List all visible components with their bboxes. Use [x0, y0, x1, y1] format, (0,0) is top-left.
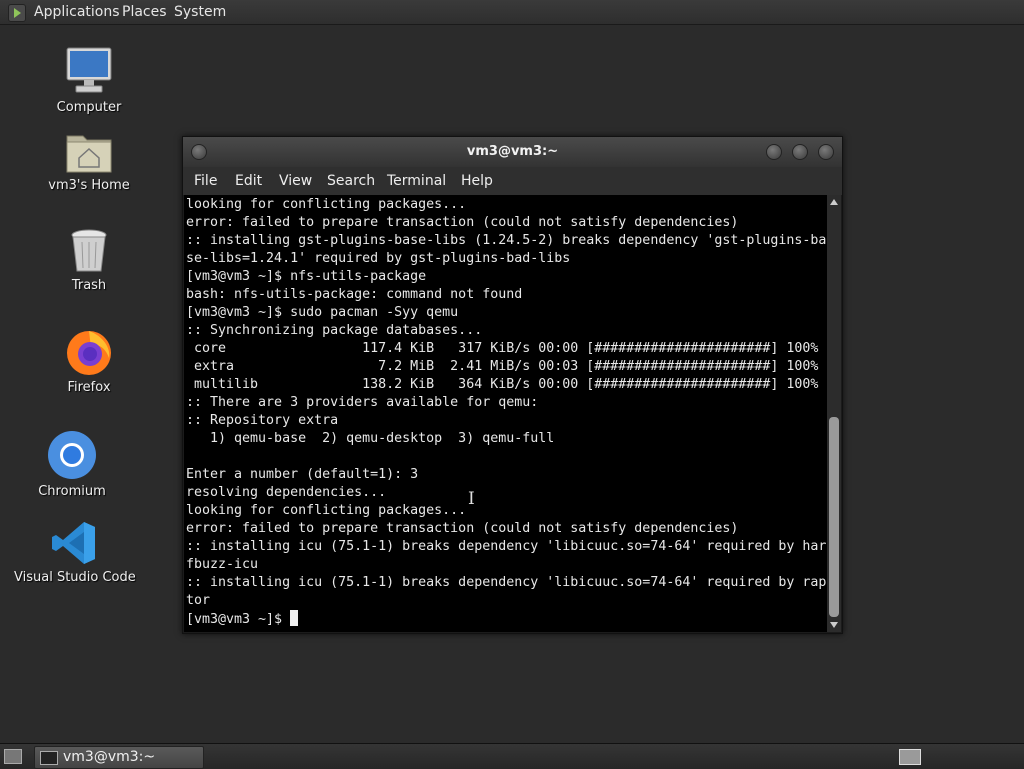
taskbar-label: vm3@vm3:~ — [63, 749, 156, 765]
terminal-line: [vm3@vm3 ~]$ nfs-utils-package — [186, 269, 427, 284]
terminal-line: looking for conflicting packages... — [186, 503, 467, 518]
menu-help[interactable]: Help — [461, 167, 493, 195]
menu-applications[interactable]: Applications — [34, 0, 120, 24]
desktop-icon-home[interactable]: vm3's Home — [44, 128, 134, 193]
text-cursor — [290, 610, 299, 626]
terminal-line: Enter a number (default=1): 3 — [186, 467, 419, 482]
terminal-line: :: There are 3 providers available for q… — [186, 395, 539, 410]
desktop-icon-label: Visual Studio Code — [14, 570, 136, 585]
terminal-line: fbuzz-icu — [186, 557, 259, 572]
terminal-line: :: installing icu (75.1-1) breaks depend… — [186, 539, 827, 554]
menu-search[interactable]: Search — [327, 167, 375, 195]
terminal-line: :: Repository extra — [186, 413, 339, 428]
mouse-ibeam-cursor-icon: I — [468, 489, 475, 509]
desktop-icon-label: vm3's Home — [48, 178, 130, 193]
terminal-line: core 117.4 KiB 317 KiB/s 00:00 [########… — [186, 341, 819, 356]
menu-file[interactable]: File — [194, 167, 217, 195]
terminal-line: bash: nfs-utils-package: command not fou… — [186, 287, 523, 302]
terminal-line: resolving dependencies... — [186, 485, 387, 500]
vscode-icon — [51, 520, 97, 566]
taskbar-terminal-button[interactable]: vm3@vm3:~ — [34, 746, 204, 769]
firefox-icon — [65, 326, 113, 376]
terminal-line: :: installing gst-plugins-base-libs (1.2… — [186, 233, 827, 248]
desktop-icon-computer[interactable]: Computer — [44, 46, 134, 115]
terminal-line: :: installing icu (75.1-1) breaks depend… — [186, 575, 827, 590]
terminal-line: looking for conflicting packages... — [186, 197, 467, 212]
menu-places[interactable]: Places — [122, 0, 167, 24]
menu-view[interactable]: View — [279, 167, 312, 195]
terminal-line: error: failed to prepare transaction (co… — [186, 215, 739, 230]
desktop-icon-label: Firefox — [67, 380, 111, 395]
menu-edit[interactable]: Edit — [235, 167, 262, 195]
close-button[interactable] — [818, 144, 834, 160]
maximize-button[interactable] — [792, 144, 808, 160]
window-menu-button[interactable] — [191, 144, 207, 160]
scroll-thumb[interactable] — [829, 417, 839, 617]
desktop-icon-vscode[interactable]: Visual Studio Code — [14, 520, 136, 585]
desktop-icon-label: Computer — [56, 100, 122, 115]
desktop-icon-firefox[interactable]: Firefox — [44, 326, 134, 395]
scroll-up-arrow-icon[interactable] — [830, 199, 838, 205]
terminal-prompt: [vm3@vm3 ~]$ — [186, 612, 291, 627]
terminal-line: tor — [186, 593, 211, 608]
terminal-window: vm3@vm3:~ File Edit View Search Terminal… — [182, 136, 843, 634]
terminal-line: [vm3@vm3 ~]$ sudo pacman -Syy qemu — [186, 305, 459, 320]
window-titlebar[interactable]: vm3@vm3:~ — [183, 137, 842, 167]
computer-icon — [64, 46, 114, 96]
window-title: vm3@vm3:~ — [466, 144, 559, 159]
terminal-line: 1) qemu-base 2) qemu-desktop 3) qemu-ful… — [186, 431, 555, 446]
terminal-line: :: Synchronizing package databases... — [186, 323, 483, 338]
terminal-scrollbar[interactable] — [827, 195, 841, 632]
desktop-icon-trash[interactable]: Trash — [44, 228, 134, 293]
scroll-down-arrow-icon[interactable] — [830, 622, 838, 628]
workspace-switcher[interactable] — [899, 749, 921, 765]
top-panel: Applications Places System — [0, 0, 1024, 25]
home-folder-icon — [65, 128, 113, 174]
terminal-line: multilib 138.2 KiB 364 KiB/s 00:00 [####… — [186, 377, 819, 392]
terminal-line: extra 7.2 MiB 2.41 MiB/s 00:03 [########… — [186, 359, 819, 374]
desktop-icon-label: Trash — [71, 278, 107, 293]
menu-terminal[interactable]: Terminal — [387, 167, 446, 195]
desktop-icon-label: Chromium — [38, 484, 106, 499]
bottom-panel: vm3@vm3:~ — [0, 743, 1024, 769]
terminal-output[interactable]: looking for conflicting packages... erro… — [184, 195, 827, 632]
terminal-line: error: failed to prepare transaction (co… — [186, 521, 739, 536]
minimize-button[interactable] — [766, 144, 782, 160]
terminal-line: se-libs=1.24.1' required by gst-plugins-… — [186, 251, 571, 266]
distro-logo-icon[interactable] — [8, 4, 26, 22]
terminal-app-icon — [40, 751, 58, 765]
chromium-icon — [47, 430, 97, 480]
terminal-menubar: File Edit View Search Terminal Help — [183, 167, 842, 195]
menu-system[interactable]: System — [174, 0, 226, 24]
show-desktop-icon[interactable] — [4, 749, 22, 764]
desktop-icon-chromium[interactable]: Chromium — [27, 430, 117, 499]
trash-icon — [69, 228, 109, 274]
